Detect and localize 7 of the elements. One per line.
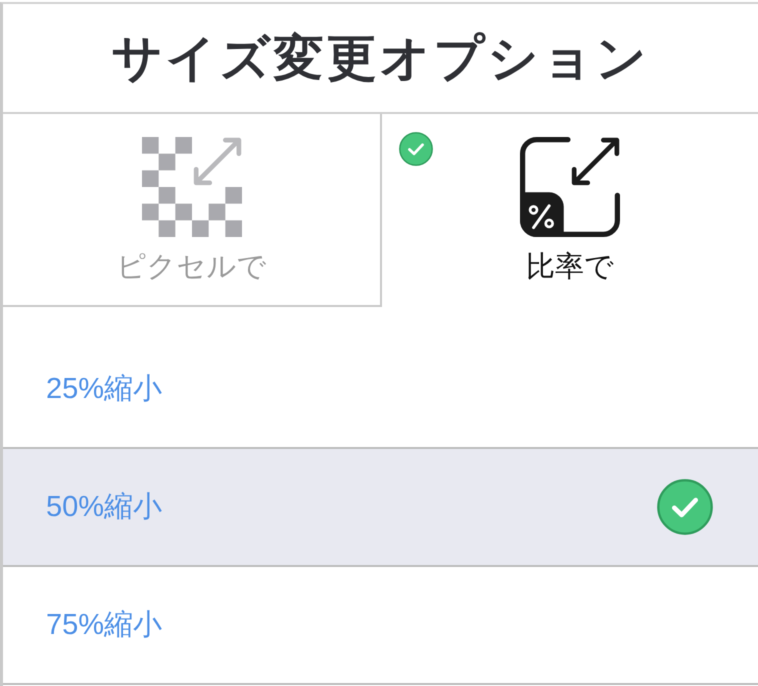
pixel-grid-resize-icon [142,137,242,237]
scale-option[interactable]: 50%縮小 [3,449,758,567]
panel-title: サイズ変更オプション [112,28,650,88]
checkmark-icon [657,479,713,535]
percent-resize-icon [520,137,620,237]
resize-mode-tab[interactable]: ピクセルで [3,114,382,307]
checkmark-icon [399,132,433,166]
